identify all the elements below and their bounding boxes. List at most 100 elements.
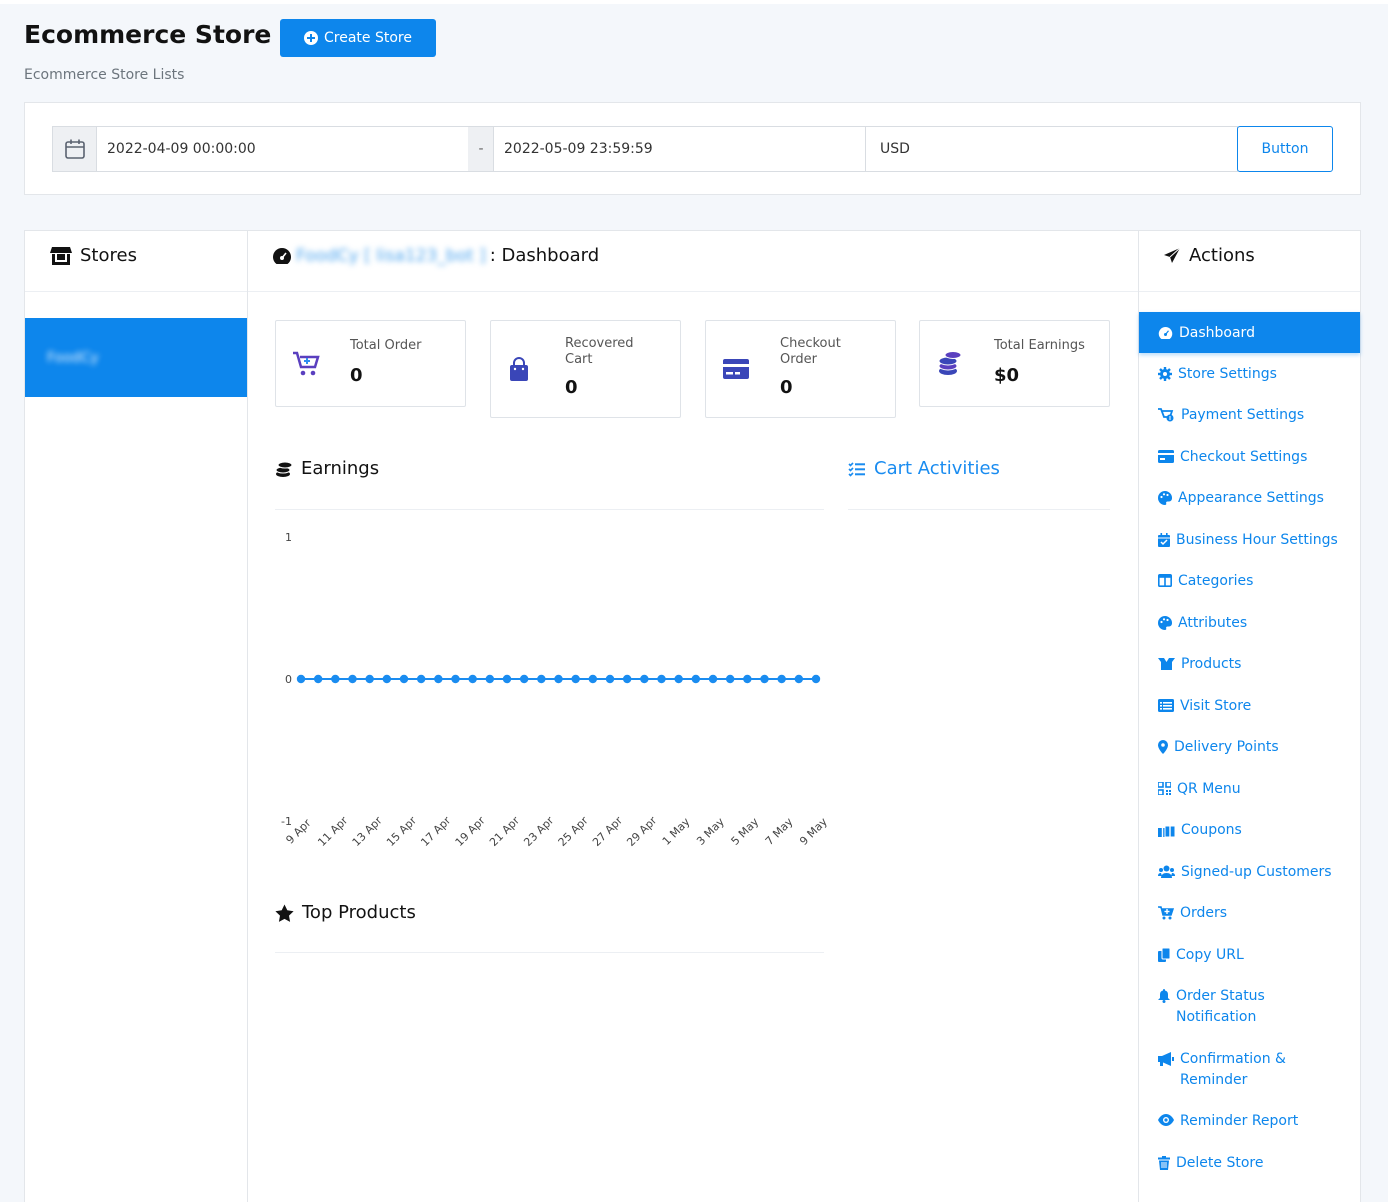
stores-heading: Stores — [50, 245, 137, 266]
stat-recovered-cart: Recovered Cart 0 — [490, 320, 681, 418]
action-categories[interactable]: Categories — [1158, 571, 1253, 592]
stores-heading-label: Stores — [80, 245, 137, 266]
action-copy-url[interactable]: Copy URL — [1158, 945, 1244, 966]
stat-value: 0 — [350, 365, 363, 386]
page-title: Ecommerce Store — [24, 20, 272, 49]
data-point — [605, 674, 615, 684]
store-icon — [50, 246, 72, 265]
action-label: Store Settings — [1178, 366, 1277, 382]
y-tick-label: 0 — [285, 673, 292, 686]
cart-activities-divider — [848, 509, 1110, 510]
action-attributes[interactable]: Attributes — [1158, 613, 1247, 634]
data-point — [622, 674, 632, 684]
action-dashboard[interactable]: Dashboard — [1139, 312, 1360, 353]
data-point — [743, 674, 752, 684]
dashboard-heading: FoodCy [ lisa123_bot ] : Dashboard — [272, 245, 599, 266]
data-point — [725, 674, 735, 684]
data-point — [674, 674, 683, 684]
action-products[interactable]: Products — [1158, 654, 1241, 675]
x-tick-label: 17 Apr — [418, 814, 453, 849]
x-tick-label: 19 Apr — [453, 814, 488, 849]
action-label: Copy URL — [1176, 947, 1244, 963]
stat-label: Total Order — [350, 338, 422, 353]
action-visit-store[interactable]: Visit Store — [1158, 696, 1251, 717]
action-payment-settings[interactable]: Payment Settings — [1158, 405, 1304, 426]
action-label: Delete Store — [1176, 1155, 1264, 1171]
qrcode-icon — [1158, 782, 1171, 795]
trash-icon — [1158, 1156, 1170, 1170]
x-tick-label: 29 Apr — [624, 814, 659, 849]
action-order-status-notification[interactable]: Order Status Notification — [1158, 986, 1348, 1028]
users-icon — [1158, 865, 1175, 878]
stat-label: Total Earnings — [994, 338, 1085, 353]
data-point — [416, 674, 426, 684]
x-tick-label: 1 May — [660, 815, 693, 848]
action-appearance-settings[interactable]: Appearance Settings — [1158, 488, 1324, 509]
action-business-hour-settings[interactable]: Business Hour Settings — [1158, 530, 1338, 551]
data-point — [434, 674, 443, 684]
currency-select[interactable]: USD — [865, 126, 1238, 172]
stat-label: Recovered — [565, 336, 634, 351]
top-products-divider — [275, 952, 824, 953]
cart-activities-heading[interactable]: Cart Activities — [848, 458, 1000, 479]
star-icon — [275, 904, 294, 922]
start-date-field[interactable]: 2022-04-09 00:00:00 — [96, 126, 469, 172]
action-store-settings[interactable]: Store Settings — [1158, 364, 1277, 385]
action-orders[interactable]: Orders — [1158, 903, 1227, 924]
cart-dollar-icon — [1158, 408, 1174, 422]
action-signed-up-customers[interactable]: Signed-up Customers — [1158, 862, 1332, 883]
copy-icon — [1158, 948, 1170, 962]
action-label: Products — [1181, 656, 1242, 672]
credit-card-icon — [723, 359, 749, 379]
box-open-icon — [1158, 658, 1175, 670]
action-coupons[interactable]: Coupons — [1158, 820, 1242, 841]
coins-icon — [938, 351, 962, 375]
palette-icon — [1158, 616, 1172, 630]
action-reminder-report[interactable]: Reminder Report — [1158, 1111, 1298, 1132]
top-products-heading: Top Products — [275, 902, 416, 923]
action-label: Checkout Settings — [1180, 449, 1308, 465]
action-label: Dashboard — [1179, 324, 1255, 341]
data-point — [760, 674, 769, 684]
data-point — [588, 674, 598, 684]
earnings-chart: 10-19 Apr 11 Apr 13 Apr 15 Apr 17 Apr 19 Apr 2… — [281, 531, 830, 849]
actions-heading: Actions — [1163, 245, 1255, 266]
action-checkout-settings[interactable]: Checkout Settings — [1158, 447, 1307, 468]
cart-plus-icon — [1158, 906, 1174, 920]
data-point — [365, 674, 374, 684]
cart-activities-label: Cart Activities — [874, 458, 1000, 479]
action-label: Order Status Notification — [1176, 988, 1265, 1025]
bell-icon — [1158, 989, 1170, 1003]
stat-total-order: Total Order 0 — [275, 320, 466, 407]
data-point — [382, 674, 392, 684]
action-qr-menu[interactable]: QR Menu — [1158, 779, 1241, 800]
stat-total-earnings: Total Earnings $0 — [919, 320, 1110, 407]
store-item[interactable]: FoodCy — [25, 318, 247, 397]
action-label: Confirmation & Reminder — [1180, 1051, 1286, 1088]
calendar-check-icon — [1158, 533, 1170, 547]
create-store-button[interactable]: Create Store — [280, 19, 436, 57]
stat-value: 0 — [780, 377, 793, 398]
action-label: Delivery Points — [1174, 739, 1279, 755]
data-point — [691, 674, 701, 684]
action-label: Visit Store — [1180, 698, 1252, 714]
calendar-icon[interactable] — [52, 126, 97, 172]
end-date-field[interactable]: 2022-05-09 23:59:59 — [493, 126, 866, 172]
x-tick-label: 21 Apr — [487, 814, 522, 849]
y-tick-label: 1 — [285, 531, 292, 544]
filter-button[interactable]: Button — [1237, 126, 1333, 172]
column-divider — [1138, 230, 1139, 1202]
action-delivery-points[interactable]: Delivery Points — [1158, 737, 1279, 758]
paper-plane-icon — [1164, 247, 1181, 263]
bullhorn-icon — [1158, 1052, 1174, 1066]
action-label: Signed-up Customers — [1181, 864, 1332, 880]
header-divider — [25, 291, 247, 292]
data-point — [451, 674, 460, 684]
data-point — [468, 674, 477, 684]
data-point — [640, 674, 649, 684]
action-confirmation-reminder[interactable]: Confirmation & Reminder — [1158, 1049, 1338, 1091]
create-store-label: Create Store — [324, 30, 412, 46]
top-strip — [0, 0, 1388, 4]
columns-icon — [1158, 574, 1172, 587]
action-delete-store[interactable]: Delete Store — [1158, 1153, 1263, 1174]
